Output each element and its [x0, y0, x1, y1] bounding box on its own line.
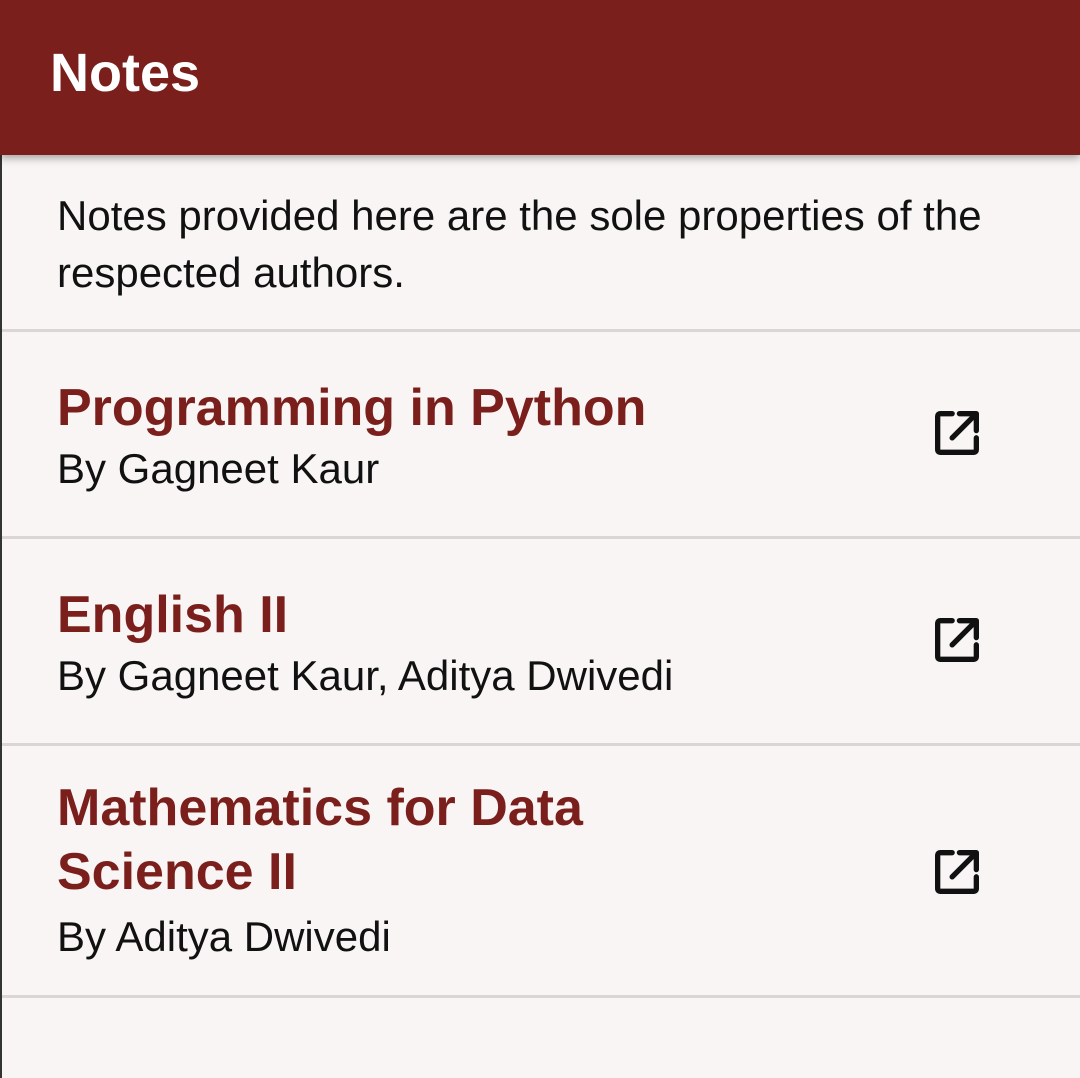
open-in-new-icon[interactable] [928, 843, 986, 901]
note-title: Programming in Python [57, 379, 647, 437]
note-item-programming-in-python[interactable]: Programming in Python By Gagneet Kaur [2, 332, 1080, 536]
note-item-english-ii[interactable]: English II By Gagneet Kaur, Aditya Dwive… [2, 539, 1080, 743]
page-title: Notes [50, 43, 201, 103]
note-title: Mathematics for Data Science II [57, 779, 583, 901]
app-bar: Notes [0, 0, 1080, 155]
open-in-new-icon[interactable] [928, 404, 986, 462]
open-in-new-icon[interactable] [928, 611, 986, 669]
divider [2, 995, 1080, 998]
note-authors: By Gagneet Kaur, Aditya Dwivedi [57, 652, 674, 699]
note-title: English II [57, 586, 289, 644]
note-authors: By Aditya Dwivedi [57, 913, 391, 960]
note-authors: By Gagneet Kaur [57, 445, 380, 492]
notes-content[interactable]: Notes provided here are the sole propert… [0, 155, 1080, 1078]
disclaimer-text: Notes provided here are the sole propert… [57, 192, 982, 296]
note-item-mathematics-for-data-science-ii[interactable]: Mathematics for Data Science II By Adity… [2, 746, 1080, 995]
